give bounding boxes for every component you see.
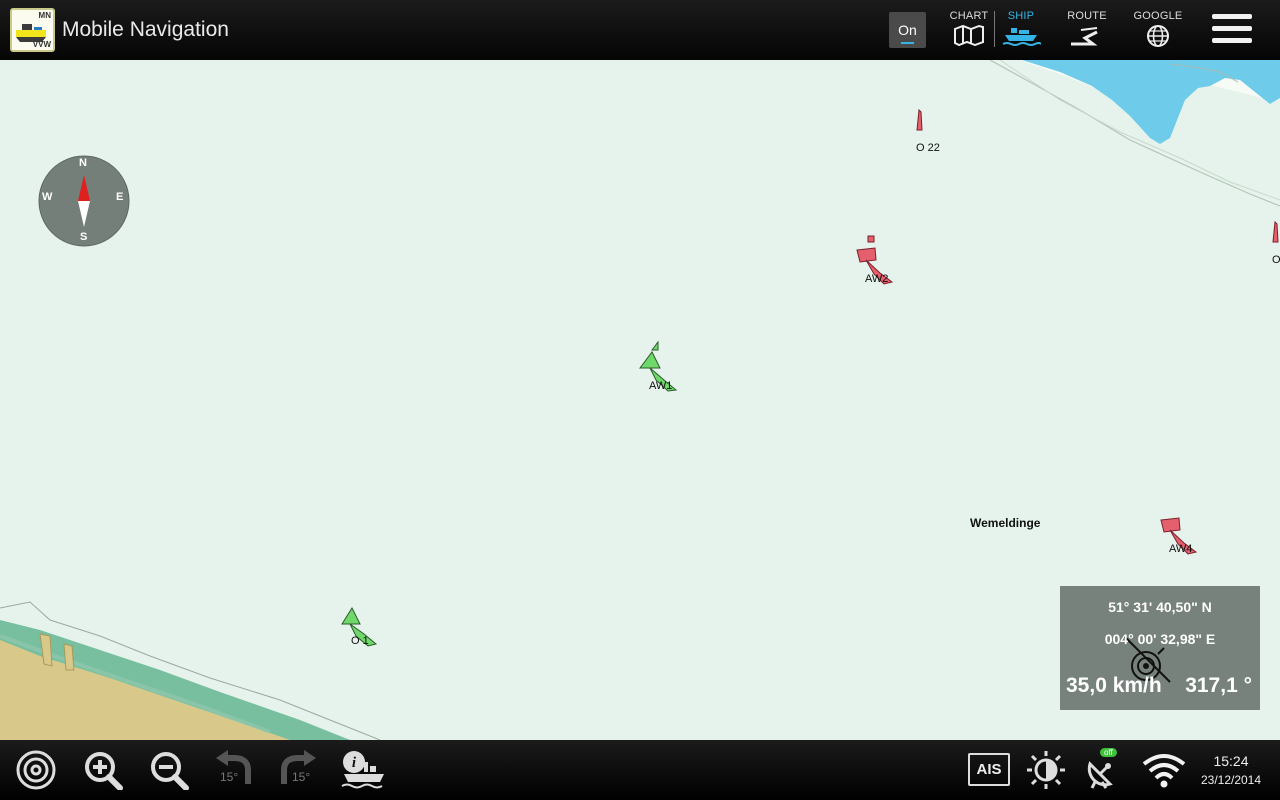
center-position-button[interactable] — [14, 750, 58, 790]
brightness-button[interactable] — [1026, 750, 1070, 790]
gps-badge: off — [1100, 748, 1117, 757]
logo-text-bottom: VVW — [32, 40, 51, 49]
mode-separator — [994, 11, 995, 47]
mode-ship-label: SHIP — [1007, 10, 1035, 22]
mode-google-label: GOOGLE — [1133, 10, 1183, 22]
buoy-label-o22[interactable]: O 22 — [916, 142, 940, 154]
mode-google-button[interactable]: GOOGLE — [1132, 10, 1184, 50]
app-title: Mobile Navigation — [62, 18, 229, 41]
map-icon — [954, 24, 984, 46]
wifi-status-icon-button — [1142, 750, 1186, 790]
ship-info-button[interactable]: i — [340, 750, 384, 790]
ais-button[interactable]: AIS — [968, 753, 1010, 786]
latitude-readout: 51° 31' 40,50" N — [1108, 599, 1212, 615]
buoy-label-aw4[interactable]: AW4 — [1169, 543, 1192, 555]
compass-north-label: N — [79, 157, 87, 169]
compass-east-label: E — [116, 191, 124, 203]
zoom-in-button[interactable] — [80, 750, 124, 790]
mode-ship-button[interactable]: SHIP — [1000, 10, 1042, 50]
app-window: { "header": { "title": "Mobile Navigatio… — [0, 0, 1280, 800]
buoy-label-o1[interactable]: O 1 — [351, 635, 369, 647]
compass-south-label: S — [80, 231, 88, 243]
rotate-left-label: 15° — [220, 770, 239, 784]
longitude-readout: 004° 00' 32,98" E — [1104, 631, 1216, 647]
buoy-label-aw1[interactable]: AW1 — [649, 380, 672, 392]
ship-info-icon: i — [341, 751, 384, 789]
mode-chart-label: CHART — [949, 10, 989, 22]
rotate-right-button[interactable]: 15° — [276, 750, 320, 790]
rotate-left-button[interactable]: 15° — [212, 750, 256, 790]
top-bar: MN VVW Mobile Navigation On CHART SHIP R… — [0, 0, 1280, 60]
bottom-toolbar: 15° 15° i AIS off 15:24 23/12/2014 — [0, 740, 1280, 800]
ship-icon — [1002, 28, 1041, 46]
position-info-panel: 51° 31' 40,50" N 004° 00' 32,98" E 35,0 … — [1060, 586, 1260, 710]
heading-readout: 317,1 ° — [1185, 674, 1252, 697]
route-icon — [1071, 27, 1098, 46]
buoy-label-aw2[interactable]: AW2 — [865, 273, 888, 285]
app-logo: MN VVW — [10, 8, 55, 52]
mode-route-button[interactable]: ROUTE — [1064, 10, 1110, 50]
zoom-in-icon — [85, 752, 123, 790]
mode-route-label: ROUTE — [1067, 10, 1107, 22]
nautical-chart-map[interactable]: N E S W O 22 AW2 O AW1 AW4 O 1 Wemelding… — [0, 60, 1280, 740]
tracking-toggle-button[interactable]: On — [889, 12, 926, 48]
speed-readout: 35,0 km/h — [1066, 674, 1162, 697]
zoom-out-button[interactable] — [146, 750, 190, 790]
compass-rose[interactable]: N E S W — [38, 155, 130, 247]
mode-chart-button[interactable]: CHART — [948, 10, 990, 50]
target-icon — [16, 750, 56, 790]
clock-time: 15:24 — [1213, 753, 1249, 769]
rotate-right-label: 15° — [292, 770, 311, 784]
gps-status-button[interactable]: off — [1084, 748, 1128, 790]
brightness-icon — [1027, 751, 1065, 789]
toggle-label: On — [898, 22, 917, 38]
place-name-label: Wemeldinge — [970, 516, 1041, 530]
compass-west-label: W — [42, 191, 53, 203]
globe-icon — [1147, 25, 1169, 47]
zoom-out-icon — [151, 752, 189, 790]
toggle-indicator — [901, 42, 914, 44]
wifi-icon — [1142, 754, 1186, 788]
hamburger-menu-icon[interactable] — [1210, 14, 1254, 46]
buoy-label-o[interactable]: O — [1272, 254, 1280, 266]
clock-date: 23/12/2014 — [1200, 773, 1262, 787]
